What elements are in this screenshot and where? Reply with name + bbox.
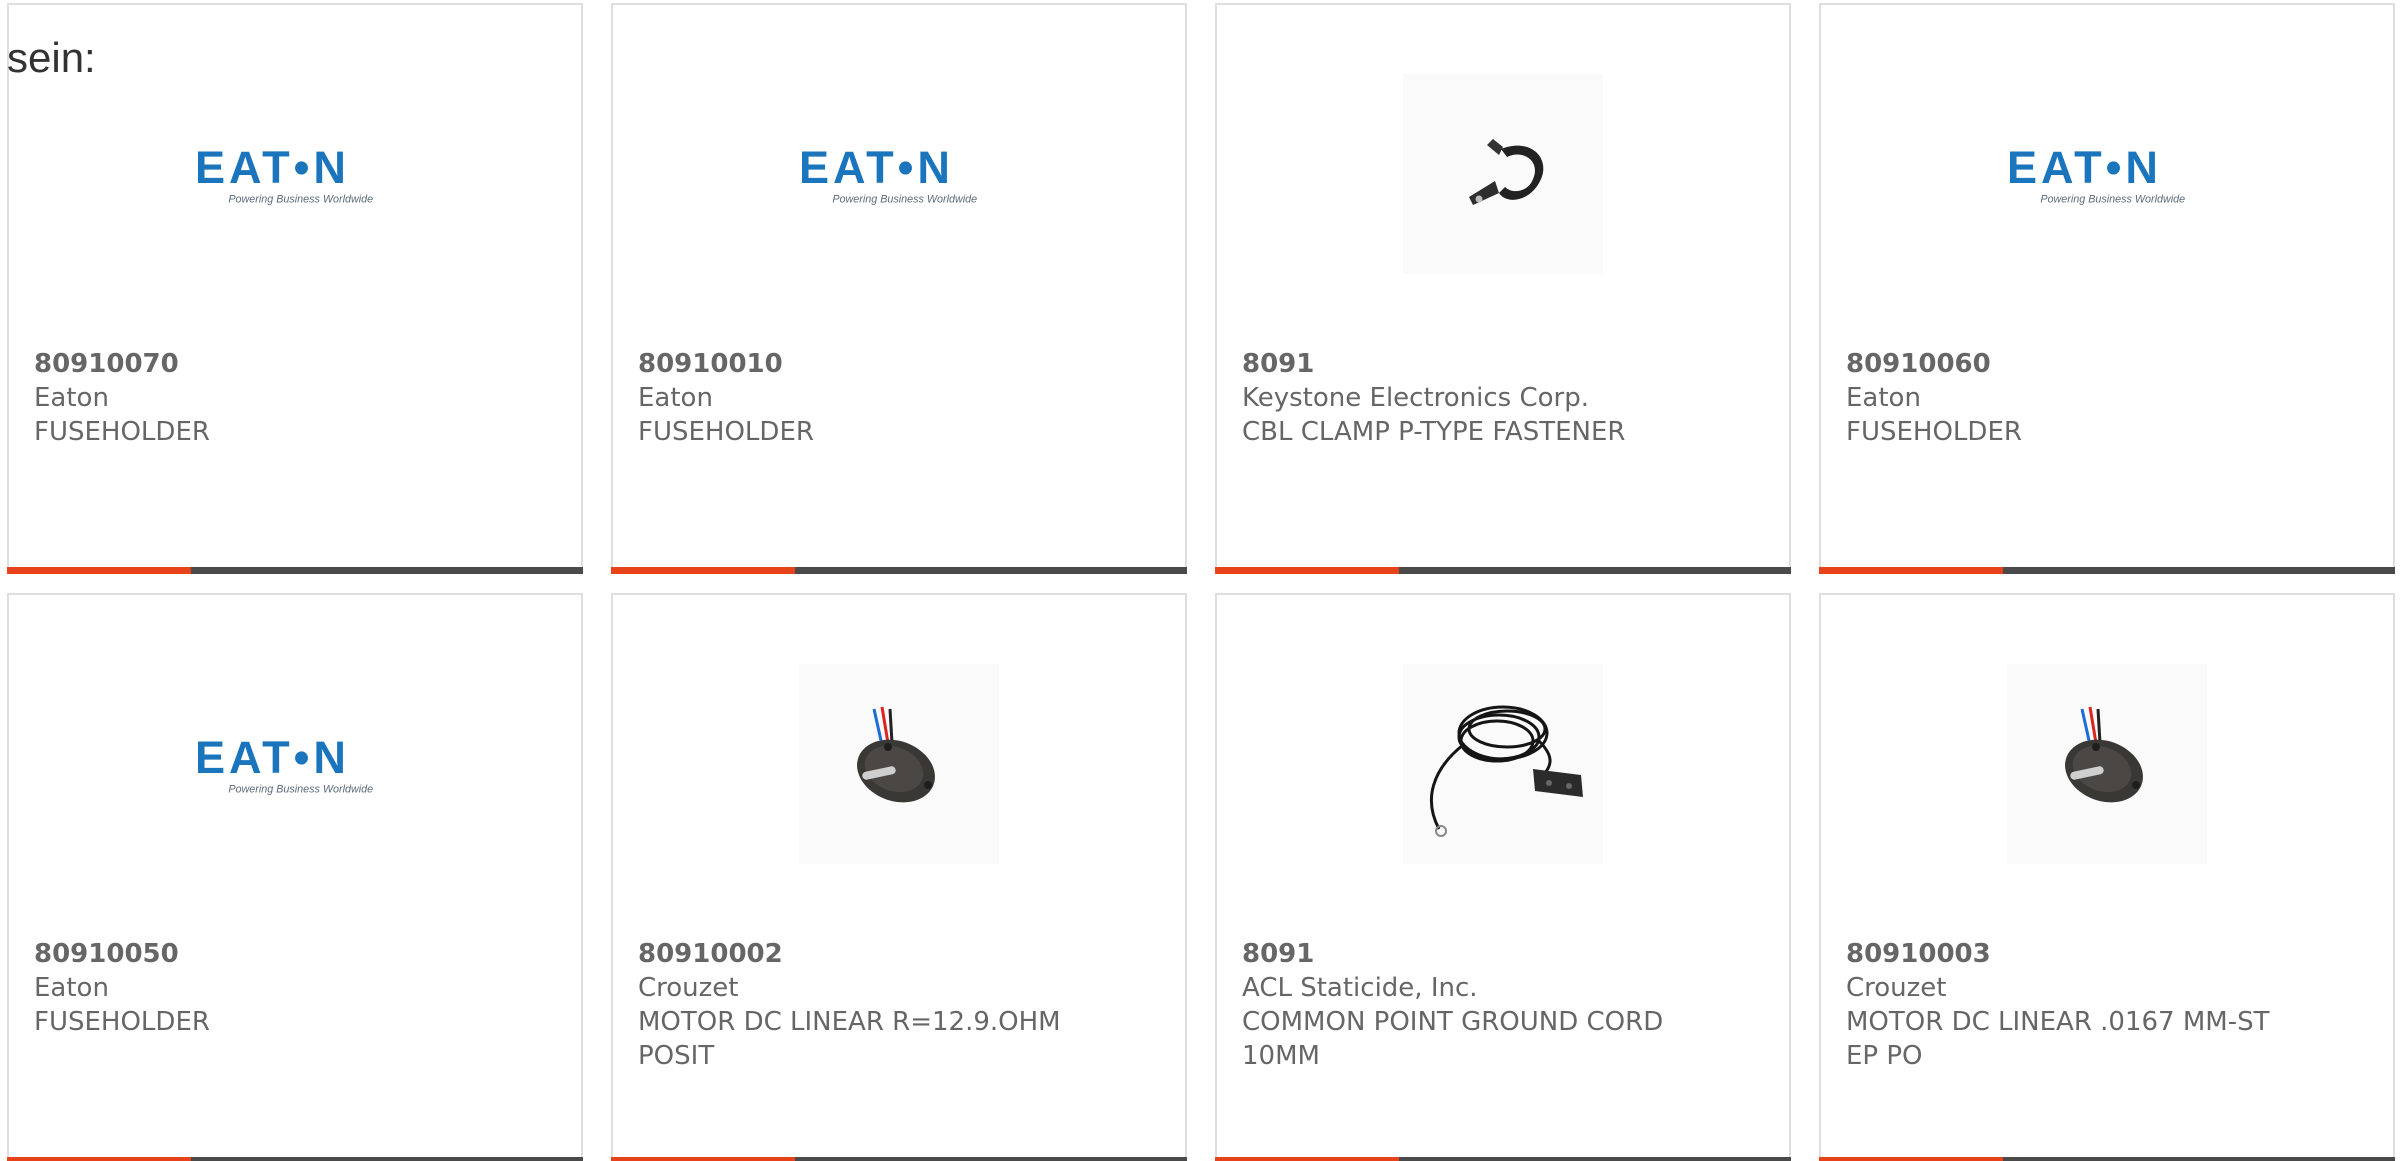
lead-text: sein: bbox=[7, 34, 96, 81]
description: MOTOR DC LINEAR .0167 MM-STEP PO bbox=[1846, 1007, 2270, 1071]
manufacturer: Eaton bbox=[34, 383, 109, 413]
product-thumbnail[interactable] bbox=[1217, 71, 1789, 277]
svg-text:EAT•N: EAT•N bbox=[195, 732, 346, 783]
description: FUSEHOLDER bbox=[638, 417, 814, 447]
card-bottom-bar bbox=[611, 567, 1187, 574]
part-number[interactable]: 80910010 bbox=[638, 347, 1160, 381]
product-details: 80910060 Eaton FUSEHOLDER bbox=[1846, 347, 2368, 449]
manufacturer: Eaton bbox=[34, 973, 109, 1003]
part-number[interactable]: 80910060 bbox=[1846, 347, 2368, 381]
part-number[interactable]: 8091 bbox=[1242, 347, 1764, 381]
product-thumbnail[interactable] bbox=[1217, 661, 1789, 867]
product-thumbnail[interactable]: EAT•N Powering Business Worldwide bbox=[613, 71, 1185, 277]
product-thumbnail[interactable]: EAT•N Powering Business Worldwide bbox=[1821, 71, 2393, 277]
product-details: 80910010 Eaton FUSEHOLDER bbox=[638, 347, 1160, 449]
svg-text:EAT•N: EAT•N bbox=[2007, 142, 2158, 193]
eaton-logo-icon: EAT•N Powering Business Worldwide bbox=[195, 731, 395, 797]
description: MOTOR DC LINEAR R=12.9.OHM POSIT bbox=[638, 1007, 1061, 1071]
description: FUSEHOLDER bbox=[34, 417, 210, 447]
product-details: 8091 ACL Staticide, Inc. COMMON POINT GR… bbox=[1242, 937, 1764, 1073]
svg-text:EAT•N: EAT•N bbox=[799, 142, 950, 193]
svg-text:Powering Business Worldwide: Powering Business Worldwide bbox=[832, 193, 977, 205]
product-card[interactable]: EAT•N Powering Business Worldwide 809100… bbox=[7, 593, 583, 1161]
product-thumbnail[interactable] bbox=[1821, 661, 2393, 867]
part-number[interactable]: 80910050 bbox=[34, 937, 556, 971]
product-thumbnail[interactable]: EAT•N Powering Business Worldwide bbox=[9, 661, 581, 867]
eaton-logo-icon: EAT•N Powering Business Worldwide bbox=[2007, 141, 2207, 207]
svg-text:Powering Business Worldwide: Powering Business Worldwide bbox=[228, 193, 373, 205]
product-card[interactable]: 80910002 Crouzet MOTOR DC LINEAR R=12.9.… bbox=[611, 593, 1187, 1161]
description: FUSEHOLDER bbox=[34, 1007, 210, 1037]
description: CBL CLAMP P-TYPE FASTENER bbox=[1242, 417, 1626, 447]
product-details: 80910003 Crouzet MOTOR DC LINEAR .0167 M… bbox=[1846, 937, 2368, 1073]
card-bottom-bar bbox=[1215, 567, 1791, 574]
svg-text:EAT•N: EAT•N bbox=[195, 142, 346, 193]
product-details: 80910002 Crouzet MOTOR DC LINEAR R=12.9.… bbox=[638, 937, 1160, 1073]
card-bottom-bar bbox=[1819, 1157, 2395, 1161]
product-card[interactable]: EAT•N Powering Business Worldwide 809100… bbox=[611, 3, 1187, 574]
part-number[interactable]: 80910003 bbox=[1846, 937, 2368, 971]
part-number[interactable]: 8091 bbox=[1242, 937, 1764, 971]
eaton-logo-icon: EAT•N Powering Business Worldwide bbox=[195, 141, 395, 207]
product-card[interactable]: EAT•N Powering Business Worldwide 809100… bbox=[1819, 3, 2395, 574]
product-thumbnail[interactable]: EAT•N Powering Business Worldwide bbox=[9, 71, 581, 277]
card-bottom-bar bbox=[1819, 567, 2395, 574]
svg-text:Powering Business Worldwide: Powering Business Worldwide bbox=[2040, 193, 2185, 205]
ground-cord-photo-icon bbox=[1430, 705, 1583, 837]
manufacturer: Eaton bbox=[1846, 383, 1921, 413]
product-details: 80910050 Eaton FUSEHOLDER bbox=[34, 937, 556, 1039]
product-thumbnail[interactable] bbox=[613, 661, 1185, 867]
product-details: 8091 Keystone Electronics Corp. CBL CLAM… bbox=[1242, 347, 1764, 449]
manufacturer: Crouzet bbox=[1846, 973, 1947, 1003]
card-bottom-bar bbox=[7, 1157, 583, 1161]
manufacturer: Crouzet bbox=[638, 973, 739, 1003]
product-card[interactable]: 8091 Keystone Electronics Corp. CBL CLAM… bbox=[1215, 3, 1791, 574]
manufacturer: ACL Staticide, Inc. bbox=[1242, 973, 1478, 1003]
linear-motor-photo-icon bbox=[857, 706, 935, 803]
product-card[interactable]: EAT•N Powering Business Worldwide 809100… bbox=[7, 3, 583, 574]
product-card[interactable]: 8091 ACL Staticide, Inc. COMMON POINT GR… bbox=[1215, 593, 1791, 1161]
product-card[interactable]: 80910003 Crouzet MOTOR DC LINEAR .0167 M… bbox=[1819, 593, 2395, 1161]
product-details: 80910070 Eaton FUSEHOLDER bbox=[34, 347, 556, 449]
card-bottom-bar bbox=[1215, 1157, 1791, 1161]
cable-clamp-photo-icon bbox=[1469, 139, 1544, 205]
manufacturer: Keystone Electronics Corp. bbox=[1242, 383, 1590, 413]
description: COMMON POINT GROUND CORD 10MM bbox=[1242, 1007, 1664, 1071]
card-bottom-bar bbox=[611, 1157, 1187, 1161]
svg-text:Powering Business Worldwide: Powering Business Worldwide bbox=[228, 783, 373, 795]
description: FUSEHOLDER bbox=[1846, 417, 2022, 447]
manufacturer: Eaton bbox=[638, 383, 713, 413]
part-number[interactable]: 80910070 bbox=[34, 347, 556, 381]
linear-motor-photo-icon bbox=[2065, 706, 2143, 803]
part-number[interactable]: 80910002 bbox=[638, 937, 1160, 971]
eaton-logo-icon: EAT•N Powering Business Worldwide bbox=[799, 141, 999, 207]
card-bottom-bar bbox=[7, 567, 583, 574]
